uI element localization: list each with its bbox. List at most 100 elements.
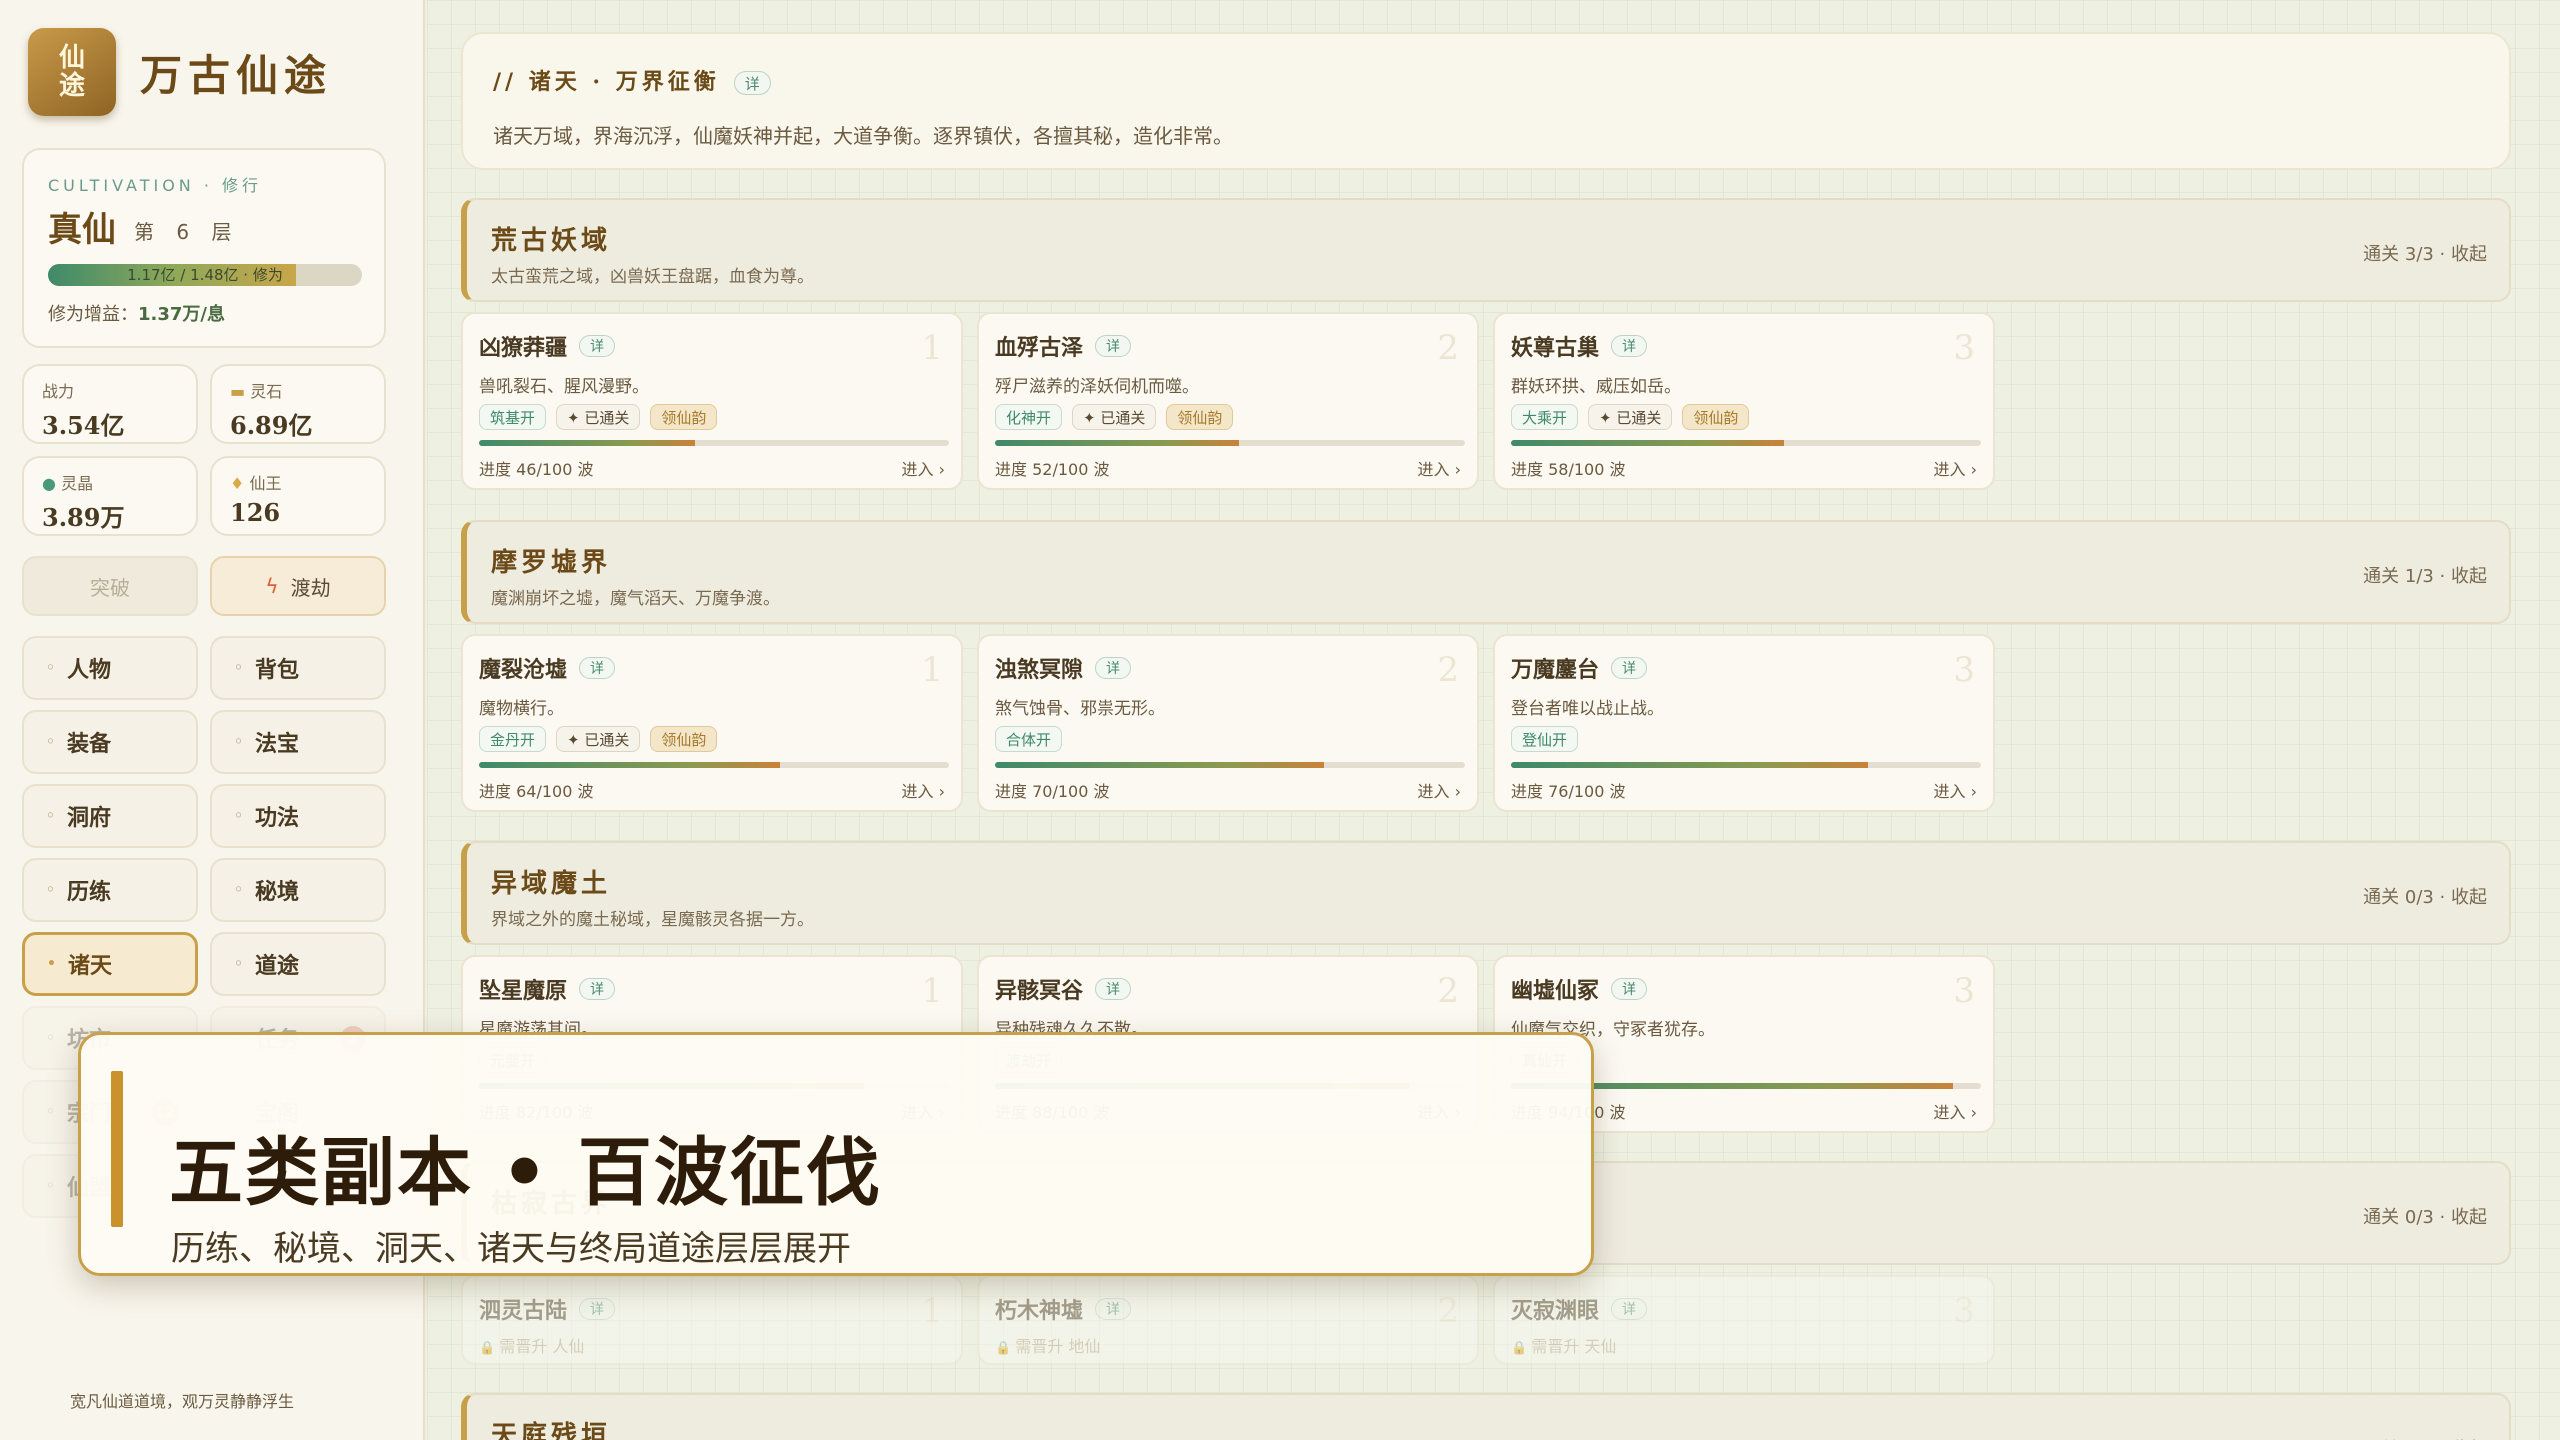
nav-item[interactable]: • 诸天 xyxy=(22,932,198,996)
section-header[interactable]: 异域魔土 界域之外的魔土秘域，星魔骸灵各据一方。 通关 0/3 · 收起 xyxy=(461,841,2511,945)
caption-title: 五类副本 • 百波征伐 xyxy=(169,1130,882,1216)
nav-item[interactable]: ◦ 历练 xyxy=(22,858,198,922)
nav-dot-icon: ◦ xyxy=(46,1104,55,1120)
dungeon-progress-bar xyxy=(995,762,1465,768)
lock-requirement: 🔒 需晋升 人仙 xyxy=(479,1333,584,1357)
stat-label: 灵晶 xyxy=(61,474,94,493)
dungeon-tag: ✦ 已通关 xyxy=(1588,404,1673,430)
dungeon-name: 凶獠莽疆 xyxy=(479,335,568,361)
enter-button[interactable]: 进入 › xyxy=(1418,456,1462,480)
nav-item[interactable]: ◦ 法宝 xyxy=(210,710,386,774)
dungeon-index: 3 xyxy=(1953,1291,1975,1331)
enter-button[interactable]: 进入 › xyxy=(1418,778,1462,802)
breakthrough-button[interactable]: 突破 xyxy=(22,556,198,616)
dungeon-description: 兽吼裂石、腥风漫野。 xyxy=(479,377,649,397)
dungeon-card[interactable]: 3 妖尊古巢详群妖环拱、威压如岳。 大乘开 ✦ 已通关 领仙韵 进度 58/100 波 进入… xyxy=(1493,312,1995,490)
dungeon-card[interactable]: 1 凶獠莽疆详兽吼裂石、腥风漫野。 筑基开 ✦ 已通关 领仙韵 进度 46/100 波 进入… xyxy=(461,312,963,490)
section-header[interactable]: 摩罗墟界 魔渊崩坏之墟，魔气滔天、万魔争渡。 通关 1/3 · 收起 xyxy=(461,520,2511,624)
dungeon-index: 1 xyxy=(921,1291,943,1331)
dungeon-tag: 化神开 xyxy=(995,404,1063,430)
stat-value: 6.89亿 xyxy=(230,411,313,440)
nav-item[interactable]: ◦ 功法 xyxy=(210,784,386,848)
enter-button[interactable]: 进入 › xyxy=(902,778,946,802)
dungeon-tag: 金丹开 xyxy=(479,726,547,752)
nav-dot-icon: ◦ xyxy=(234,808,243,824)
dungeon-card[interactable]: 2 血殍古泽详殍尸滋养的泽妖伺机而噬。 化神开 ✦ 已通关 领仙韵 进度 52/100 波… xyxy=(977,312,1479,490)
immortal-king-icon: ♦ xyxy=(230,474,245,493)
nav-item[interactable]: ◦ 人物 xyxy=(22,636,198,700)
tribulation-button[interactable]: ϟ 渡劫 xyxy=(210,556,386,616)
claim-button[interactable]: 领仙韵 xyxy=(1682,404,1750,430)
nav-dot-icon: ◦ xyxy=(234,660,243,676)
lock-requirement: 🔒 需晋升 地仙 xyxy=(995,1333,1100,1357)
dungeon-card[interactable]: 3 万魔鏖台详登台者唯以战止战。 登仙开 进度 76/100 波 进入 › xyxy=(1493,634,1995,812)
detail-button[interactable]: 详 xyxy=(1095,978,1132,1000)
detail-button[interactable]: 详 xyxy=(1611,978,1648,1000)
cultivation-label: CULTIVATION · 修行 xyxy=(48,176,263,195)
lock-icon: 🔒 xyxy=(479,1341,500,1356)
enter-button[interactable]: 进入 › xyxy=(902,456,946,480)
dungeon-progress-text: 进度 58/100 波 xyxy=(1511,460,1626,479)
detail-button[interactable]: 详 xyxy=(579,978,616,1000)
stat-label: 仙王 xyxy=(249,474,282,493)
dungeon-index: 2 xyxy=(1437,971,1459,1011)
stat-label: 战力 xyxy=(42,382,75,401)
dungeon-tags: 金丹开 ✦ 已通关 领仙韵 xyxy=(479,726,718,752)
dungeon-title: 幽墟仙冢详 xyxy=(1511,973,1648,1005)
dungeon-name: 浊煞冥隙 xyxy=(995,657,1084,683)
nav-item[interactable]: ◦ 道途 xyxy=(210,932,386,996)
lock-text: 需晋升 天仙 xyxy=(1531,1337,1617,1356)
detail-button[interactable]: 详 xyxy=(733,71,771,95)
dungeon-name: 血殍古泽 xyxy=(995,335,1084,361)
section-status[interactable]: 通关 1/3 · 收起 xyxy=(2363,562,2487,588)
section-header[interactable]: 荒古妖域 太古蛮荒之域，凶兽妖王盘踞，血食为尊。 通关 3/3 · 收起 xyxy=(461,198,2511,302)
dungeon-card[interactable]: 1 魔裂沧墟详魔物横行。 金丹开 ✦ 已通关 领仙韵 进度 64/100 波 进入 › xyxy=(461,634,963,812)
nav-dot-icon: ◦ xyxy=(46,660,55,676)
section-status[interactable]: 通关 0/3 · 收起 xyxy=(2363,883,2487,909)
enter-button[interactable]: 进入 › xyxy=(1934,1099,1978,1123)
section-status[interactable]: 通关 0/3 · 收起 xyxy=(2363,1435,2487,1440)
nav-dot-icon: ◦ xyxy=(46,882,55,898)
dungeon-name: 泗灵古陆 xyxy=(479,1298,568,1324)
dungeon-index: 2 xyxy=(1437,328,1459,368)
detail-button[interactable]: 详 xyxy=(579,1298,616,1320)
section-status[interactable]: 通关 0/3 · 收起 xyxy=(2363,1203,2487,1229)
detail-button[interactable]: 详 xyxy=(1095,335,1132,357)
nav-item[interactable]: ◦ 洞府 xyxy=(22,784,198,848)
nav-item[interactable]: ◦ 装备 xyxy=(22,710,198,774)
enter-button[interactable]: 进入 › xyxy=(1934,456,1978,480)
logo-row: 仙途 万古仙途 xyxy=(28,28,332,116)
dungeon-title: 浊煞冥隙详 xyxy=(995,652,1132,684)
dungeon-progress-text: 进度 70/100 波 xyxy=(995,782,1110,801)
detail-button[interactable]: 详 xyxy=(1611,1298,1648,1320)
dungeon-name: 异骸冥谷 xyxy=(995,978,1084,1004)
detail-button[interactable]: 详 xyxy=(1611,335,1648,357)
detail-button[interactable]: 详 xyxy=(1095,657,1132,679)
stat-combat-power: 战力 3.54亿 xyxy=(22,364,198,444)
claim-button[interactable]: 领仙韵 xyxy=(650,726,718,752)
nav-item[interactable]: ◦ 背包 xyxy=(210,636,386,700)
cultivation-rate: 修为增益：1.37万/息 xyxy=(48,304,225,325)
dungeon-title: 万魔鏖台详 xyxy=(1511,652,1648,684)
dungeon-progress-text: 进度 46/100 波 xyxy=(479,460,594,479)
dungeon-name: 妖尊古巢 xyxy=(1511,335,1600,361)
detail-button[interactable]: 详 xyxy=(579,335,616,357)
dungeon-description: 魔物横行。 xyxy=(479,699,564,719)
claim-button[interactable]: 领仙韵 xyxy=(650,404,718,430)
realm-name: 真仙 xyxy=(48,210,116,250)
dungeon-tag: ✦ 已通关 xyxy=(556,726,641,752)
detail-button[interactable]: 详 xyxy=(579,657,616,679)
dungeon-tag: 筑基开 xyxy=(479,404,547,430)
dungeon-name: 灭寂渊眼 xyxy=(1511,1298,1600,1324)
nav-item[interactable]: ◦ 秘境 xyxy=(210,858,386,922)
dungeon-card[interactable]: 2 浊煞冥隙详煞气蚀骨、邪祟无形。 合体开 进度 70/100 波 进入 › xyxy=(977,634,1479,812)
section-header[interactable]: 天庭残垣通关 0/3 · 收起 xyxy=(461,1393,2511,1440)
detail-button[interactable]: 详 xyxy=(1095,1298,1132,1320)
lock-icon: 🔒 xyxy=(995,1341,1016,1356)
claim-button[interactable]: 领仙韵 xyxy=(1166,404,1234,430)
enter-button[interactable]: 进入 › xyxy=(1934,778,1978,802)
detail-button[interactable]: 详 xyxy=(1611,657,1648,679)
dungeon-title: 妖尊古巢详 xyxy=(1511,330,1648,362)
dungeon-index: 3 xyxy=(1953,328,1975,368)
section-status[interactable]: 通关 3/3 · 收起 xyxy=(2363,240,2487,266)
